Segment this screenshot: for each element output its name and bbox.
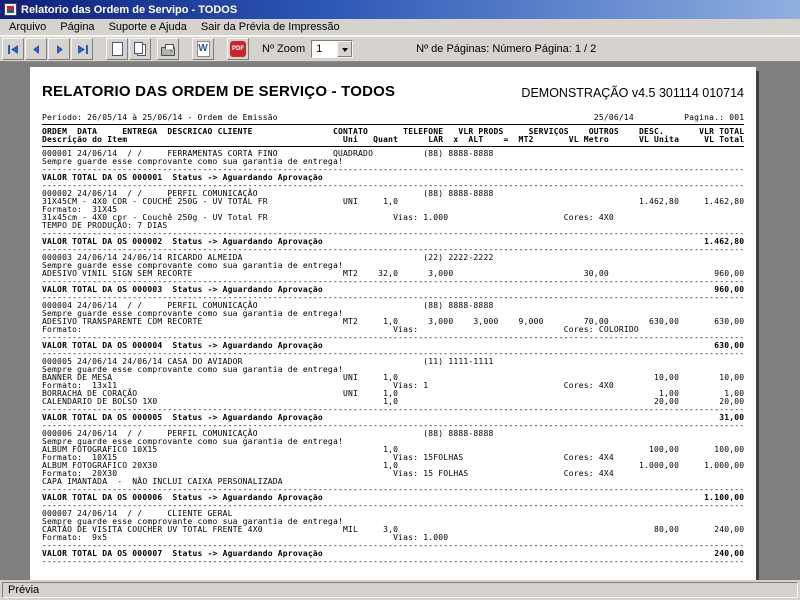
zoom-label: Nº Zoom [262,43,306,55]
print-button[interactable] [157,38,179,60]
word-export-button[interactable]: W [192,38,214,60]
pdf-export-button[interactable]: PDF [227,38,249,60]
next-page-icon [56,44,63,54]
report-line: Descrição do Item Uni Quant LAR x ALT = … [42,135,745,144]
menubar: Arquivo Página Suporte e Ajuda Sair da P… [0,19,800,36]
report-title: RELATORIO DAS ORDEM DE SERVIÇO - TODOS [42,83,396,100]
single-page-icon [111,42,123,56]
app-icon [4,3,17,16]
report-separator: ----------------------------------------… [42,557,745,566]
titlebar: Relatorio das Ordem de Servipo - TODOS [0,0,800,19]
multi-page-view-button[interactable] [129,38,151,60]
printer-icon [161,43,175,56]
menu-item-pagina[interactable]: Página [53,20,101,34]
menu-item-sair-previa[interactable]: Sair da Prévia de Impressão [194,20,347,34]
report-body: Período: 26/05/14 à 25/06/14 - Ordem de … [42,114,744,566]
prev-page-button[interactable] [25,38,47,60]
last-page-icon [77,44,88,54]
single-page-view-button[interactable] [106,38,128,60]
first-page-icon [7,44,18,54]
window: Relatorio das Ordem de Servipo - TODOS A… [0,0,800,600]
report-page: RELATORIO DAS ORDEM DE SERVIÇO - TODOS D… [30,67,756,580]
menu-item-arquivo[interactable]: Arquivo [2,20,53,34]
statusbar: Prévia [0,580,800,600]
chevron-down-icon [341,47,348,55]
window-title: Relatorio das Ordem de Servipo - TODOS [21,3,238,16]
prev-page-icon [32,44,39,54]
last-page-button[interactable] [71,38,93,60]
pages-info: Nº de Páginas: Número Página: 1 / 2 [416,43,597,55]
zoom-value: 1 [316,43,323,55]
first-page-button[interactable] [2,38,24,60]
report-header: RELATORIO DAS ORDEM DE SERVIÇO - TODOS D… [42,83,744,100]
preview-area: RELATORIO DAS ORDEM DE SERVIÇO - TODOS D… [0,62,800,580]
status-text: Prévia [2,582,798,598]
menu-item-suporte[interactable]: Suporte e Ajuda [102,20,194,34]
pdf-icon: PDF [230,41,246,57]
report-line: Período: 26/05/14 à 25/06/14 - Ordem de … [42,113,745,122]
next-page-button[interactable] [48,38,70,60]
zoom-dropdown-button[interactable] [337,41,353,57]
report-line: 31X45CM - 4X0 COR - COUCHÊ 250G - UV TOT… [42,197,745,206]
zoom-select[interactable]: 1 [311,40,354,58]
multi-page-icon [134,42,143,54]
report-version: DEMONSTRAÇÃO v4.5 301114 010714 [521,86,744,100]
word-icon: W [196,41,210,57]
toolbar: W PDF Nº Zoom 1 Nº de Páginas: Número Pá… [0,36,800,62]
